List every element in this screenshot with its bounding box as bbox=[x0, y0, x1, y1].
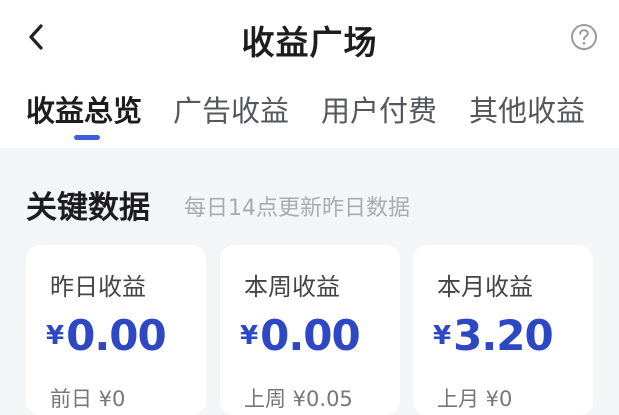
card-previous: 上月 ¥0 bbox=[437, 387, 513, 411]
active-tab-indicator bbox=[74, 135, 100, 140]
card-this-month[interactable]: 本月收益 ¥3.20 上月 ¥0 bbox=[413, 245, 593, 415]
card-previous: 前日 ¥0 bbox=[50, 387, 126, 411]
tab-other-revenue[interactable]: 其他收益 bbox=[469, 88, 585, 130]
card-label: 本月收益 bbox=[437, 273, 533, 301]
amount: 3.20 bbox=[453, 311, 554, 360]
currency-symbol: ¥ bbox=[240, 321, 259, 351]
currency-symbol: ¥ bbox=[46, 321, 65, 351]
tab-ad-revenue[interactable]: 广告收益 bbox=[173, 88, 289, 130]
page-title: 收益广场 bbox=[241, 23, 378, 62]
section-title: 关键数据 bbox=[26, 190, 150, 226]
section-subtitle: 每日14点更新昨日数据 bbox=[184, 196, 410, 221]
card-value: ¥3.20 bbox=[433, 311, 554, 360]
card-this-week[interactable]: 本周收益 ¥0.00 上周 ¥0.05 bbox=[220, 245, 400, 415]
question-circle-icon bbox=[571, 24, 597, 50]
card-label: 昨日收益 bbox=[50, 273, 146, 301]
tab-overview[interactable]: 收益总览 bbox=[26, 88, 142, 130]
app-header: 收益广场 bbox=[0, 0, 619, 78]
card-label: 本周收益 bbox=[244, 273, 340, 301]
help-button[interactable] bbox=[569, 22, 599, 52]
currency-symbol: ¥ bbox=[433, 321, 452, 351]
card-value: ¥0.00 bbox=[240, 311, 361, 360]
tab-user-payment[interactable]: 用户付费 bbox=[321, 88, 437, 130]
amount: 0.00 bbox=[66, 311, 167, 360]
card-yesterday[interactable]: 昨日收益 ¥0.00 前日 ¥0 bbox=[26, 245, 206, 415]
amount: 0.00 bbox=[260, 311, 361, 360]
card-value: ¥0.00 bbox=[46, 311, 167, 360]
card-previous: 上周 ¥0.05 bbox=[244, 387, 353, 411]
